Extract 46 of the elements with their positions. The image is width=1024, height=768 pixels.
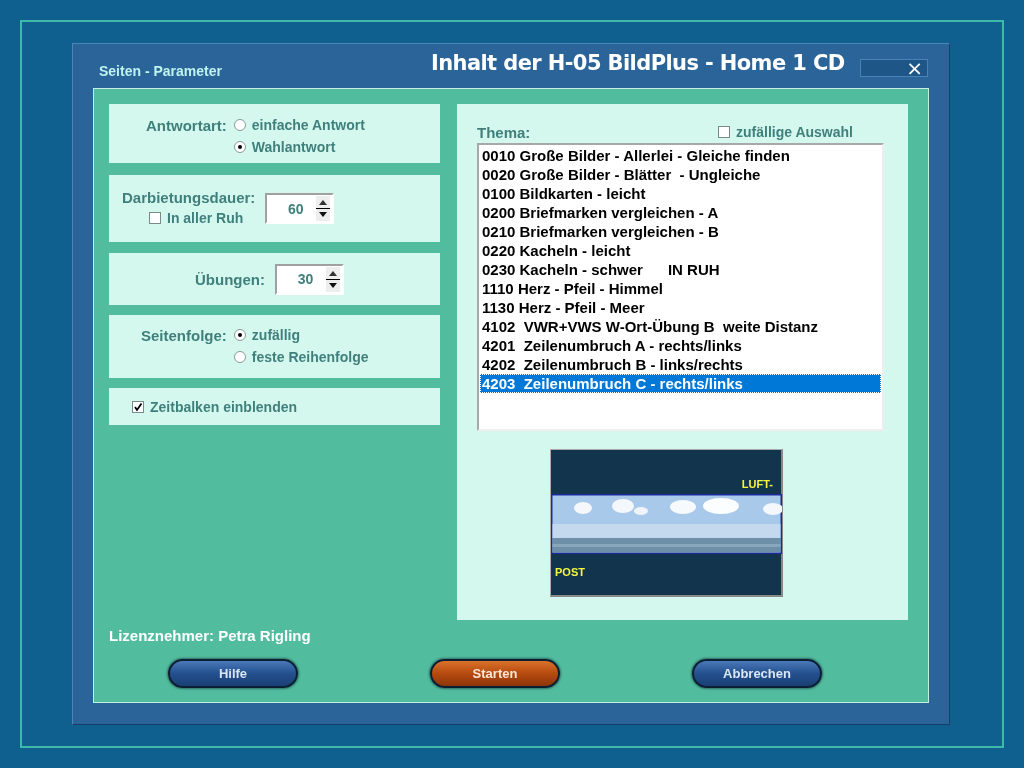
list-item[interactable]: 4202 Zeilenumbruch B - links/rechts — [480, 355, 881, 374]
checkbox-label: In aller Ruh — [167, 210, 244, 226]
list-item[interactable]: 0020 Große Bilder - Blätter - Ungleiche — [480, 165, 881, 184]
list-item[interactable]: 0210 Briefmarken vergleichen - B — [480, 222, 881, 241]
preview-label: LUFT- — [741, 478, 773, 490]
list-item[interactable]: 0230 Kacheln - schwer IN RUH — [480, 260, 881, 279]
window-title: Inhalt der H-05 BildPlus - Home 1 CD — [431, 51, 845, 75]
spin-up-icon[interactable] — [326, 266, 340, 280]
radio-button[interactable] — [233, 351, 246, 363]
option-label: zufällig — [251, 327, 301, 343]
option-label: Wahlantwort — [251, 139, 336, 155]
list-item[interactable]: 1130 Herz - Pfeil - Meer — [480, 298, 881, 317]
list-item[interactable]: 0200 Briefmarken vergleichen - A — [480, 203, 881, 222]
radio-button[interactable] — [233, 141, 246, 153]
preview-label: POST — [555, 566, 585, 578]
list-item[interactable]: 4203 Zeilenumbruch C - rechts/links — [480, 374, 881, 393]
field-label: Antwortart: — [146, 117, 227, 136]
spin-up-icon[interactable] — [316, 196, 331, 209]
option-label: feste Reihenfolge — [251, 349, 369, 365]
list-item[interactable]: 4102 VWR+VWS W-Ort-Übung B weite Distanz — [480, 317, 881, 336]
field-label: Übungen: — [195, 270, 265, 288]
list-item[interactable]: 0100 Bildkarten - leicht — [480, 184, 881, 203]
list-item[interactable]: 0220 Kacheln - leicht — [480, 241, 881, 260]
checkbox[interactable] — [718, 126, 731, 138]
close-button[interactable]: × — [860, 59, 928, 77]
field-label: Seitenfolge: — [141, 327, 227, 346]
checkbox[interactable] — [149, 212, 161, 224]
spin-down-icon[interactable] — [316, 209, 331, 221]
radio-button[interactable] — [233, 329, 246, 341]
checkbox-label: Zeitbalken einblenden — [150, 398, 298, 415]
field-label: Thema: — [477, 123, 531, 141]
dialog-button[interactable]: Hilfe — [168, 659, 298, 688]
field-label: Darbietungsdauer: — [122, 189, 256, 206]
checkbox-label: zufällige Auswahl — [736, 124, 853, 140]
dialog-button[interactable]: Starten — [430, 659, 560, 688]
number-field[interactable]: 60 — [265, 193, 335, 224]
checkbox[interactable] — [132, 400, 144, 413]
list-item[interactable]: 4201 Zeilenumbruch A - rechts/links — [480, 336, 881, 355]
dialog-button[interactable]: Abbrechen — [692, 659, 822, 688]
radio-button[interactable] — [233, 119, 246, 131]
option-label: einfache Antwort — [251, 117, 365, 133]
list-item[interactable]: 0010 Große Bilder - Allerlei - Gleiche finden — [480, 146, 881, 165]
number-field[interactable]: 30 — [275, 263, 344, 295]
dialog-subtitle: Seiten - Parameter — [99, 63, 222, 79]
licensee-text: Lizenznehmer: Petra Rigling — [109, 627, 311, 644]
list-item[interactable]: 1110 Herz - Pfeil - Himmel — [480, 279, 881, 298]
